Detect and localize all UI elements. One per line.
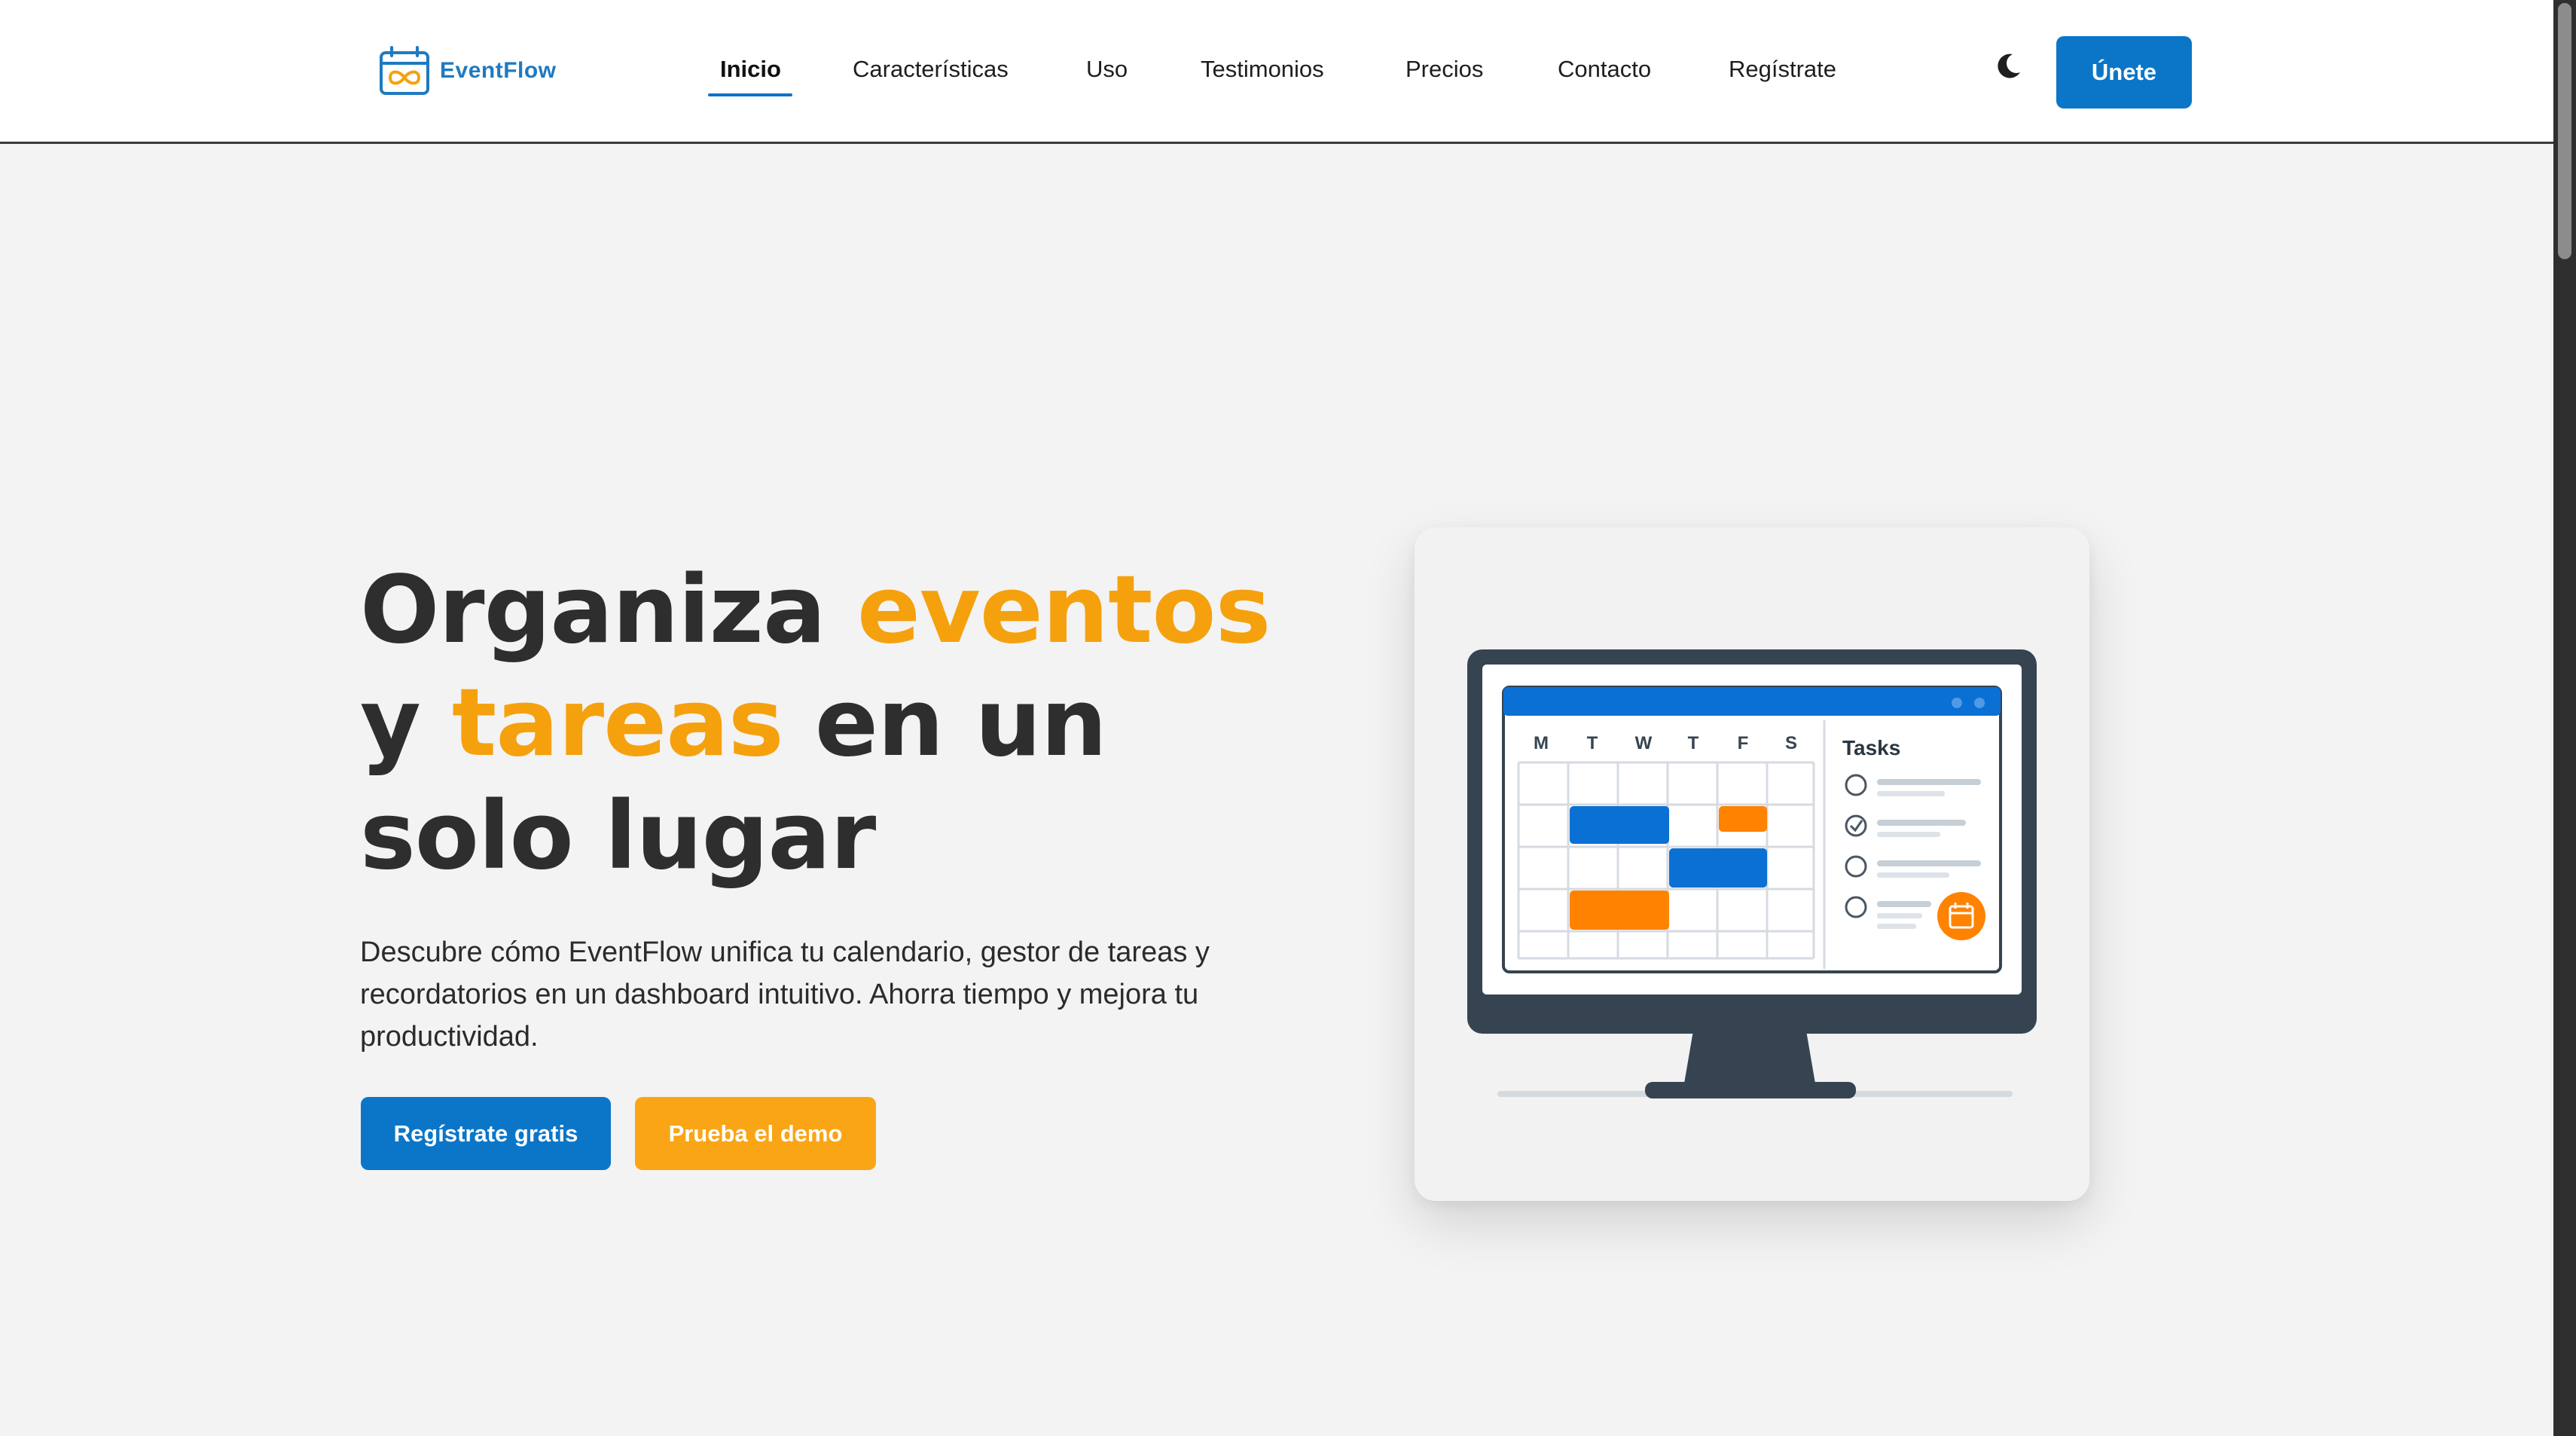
nav-inicio[interactable]: Inicio [720,56,781,83]
event-block-blue [1669,848,1767,888]
moon-icon[interactable] [1993,51,2023,81]
brand-logo[interactable]: EventFlow [378,45,557,96]
page-scrollbar[interactable] [2553,0,2576,1436]
calendar-badge-icon [1937,892,1985,940]
hero-title-accent-eventos: eventos [856,556,1271,665]
hero-title-word: Organiza [360,556,857,665]
day-label: F [1738,733,1749,753]
event-block-blue [1570,806,1669,844]
day-label: W [1635,733,1653,753]
nav-registrate[interactable]: Regístrate [1729,56,1836,83]
hero-title-word: solo lugar [360,782,876,891]
register-free-button[interactable]: Regístrate gratis [361,1097,611,1170]
top-navbar: EventFlow Inicio Características Uso Tes… [0,0,2553,144]
day-label: M [1534,733,1549,753]
nav-caracteristicas[interactable]: Características [853,56,1009,83]
scrollbar-thumb[interactable] [2558,3,2571,259]
calendar-infinity-icon [380,46,429,95]
nav-uso[interactable]: Uso [1086,56,1128,83]
hero-description: Descubre cómo EventFlow unifica tu calen… [360,936,1210,1053]
day-label: T [1587,733,1598,753]
brand-name: EventFlow [440,58,557,83]
hero-title-word: y [360,669,452,778]
hero-title-accent-tareas: tareas [452,669,784,778]
nav-precios[interactable]: Precios [1406,56,1483,83]
hero-title-word: en un [783,669,1107,778]
event-block-orange [1570,891,1669,930]
hero-title: Organiza eventos y tareas en un solo lugar [360,554,1271,893]
day-label: S [1785,733,1797,753]
try-demo-button[interactable]: Prueba el demo [635,1097,876,1170]
event-block-orange [1719,806,1767,832]
hero-illustration-card: M T W T F S Tasks [1415,527,2089,1201]
day-label: T [1688,733,1699,753]
nav-testimonios[interactable]: Testimonios [1201,56,1324,83]
monitor-calendar-illustration: M T W T F S Tasks [1467,649,2037,1098]
nav-contacto[interactable]: Contacto [1558,56,1651,83]
join-button[interactable]: Únete [2056,36,2192,108]
active-nav-indicator [708,93,792,96]
tasks-title: Tasks [1842,736,1900,759]
